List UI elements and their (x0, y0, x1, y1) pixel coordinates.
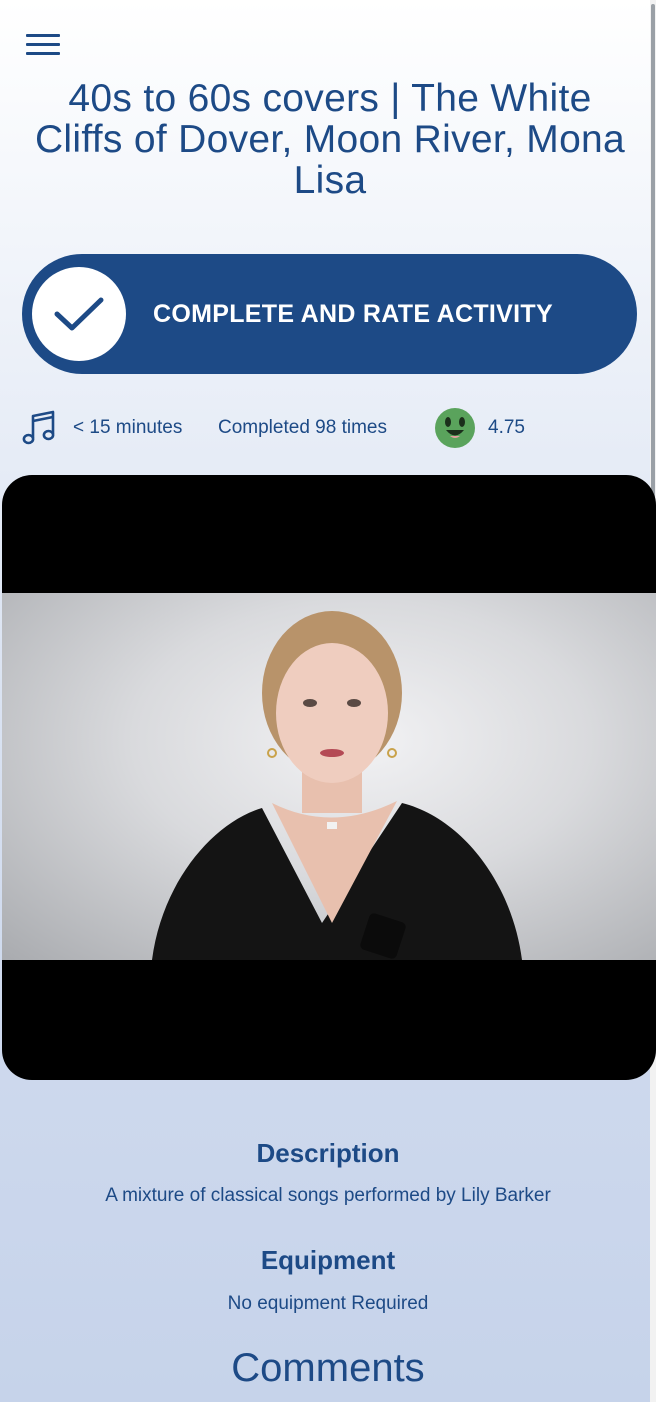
singer-video-thumbnail (2, 593, 656, 960)
checkmark-icon (32, 267, 126, 361)
menu-line (26, 34, 60, 37)
hamburger-menu-icon[interactable] (26, 34, 60, 58)
equipment-text: No equipment Required (227, 1293, 429, 1314)
description-heading: Description (256, 1138, 400, 1168)
rating-value: 4.75 (488, 417, 525, 438)
music-note-icon (22, 410, 56, 451)
duration-text: < 15 minutes (73, 417, 183, 438)
menu-line (26, 43, 60, 46)
equipment-heading: Equipment (260, 1245, 396, 1275)
page-title: 40s to 60s covers | The White Cliffs of … (34, 77, 626, 202)
comments-heading: Comments (231, 1346, 425, 1390)
completion-count: Completed 98 times (218, 417, 387, 438)
activity-stats: < 15 minutes Completed 98 times 4.75 (22, 405, 642, 451)
complete-and-rate-label: COMPLETE AND RATE ACTIVITY (153, 300, 553, 328)
smiley-face-icon (435, 408, 475, 453)
complete-and-rate-button[interactable]: COMPLETE AND RATE ACTIVITY (22, 254, 637, 374)
menu-line (26, 52, 60, 55)
video-player[interactable] (2, 475, 656, 1080)
description-text: A mixture of classical songs performed b… (105, 1185, 551, 1206)
